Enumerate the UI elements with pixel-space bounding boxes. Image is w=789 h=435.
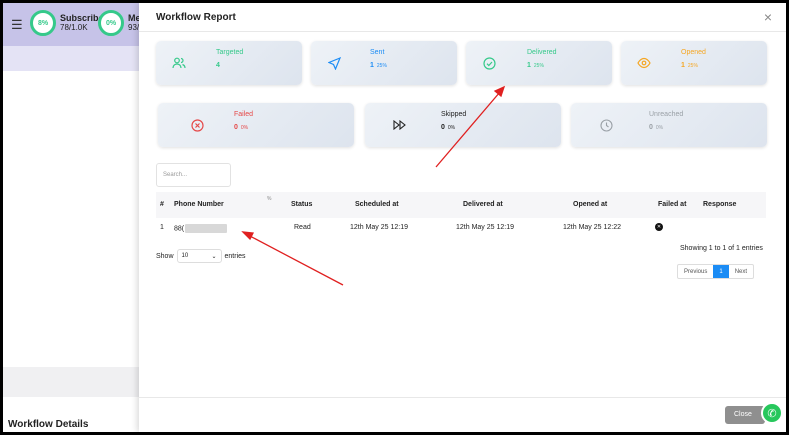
annotation-arrows bbox=[241, 85, 506, 286]
arrow-to-delivered bbox=[435, 85, 506, 168]
arrow-to-phone bbox=[241, 231, 344, 286]
screen: ☰ 8% Subscriber 78/1.0K 0% Mes 93/0 Work… bbox=[3, 3, 786, 432]
